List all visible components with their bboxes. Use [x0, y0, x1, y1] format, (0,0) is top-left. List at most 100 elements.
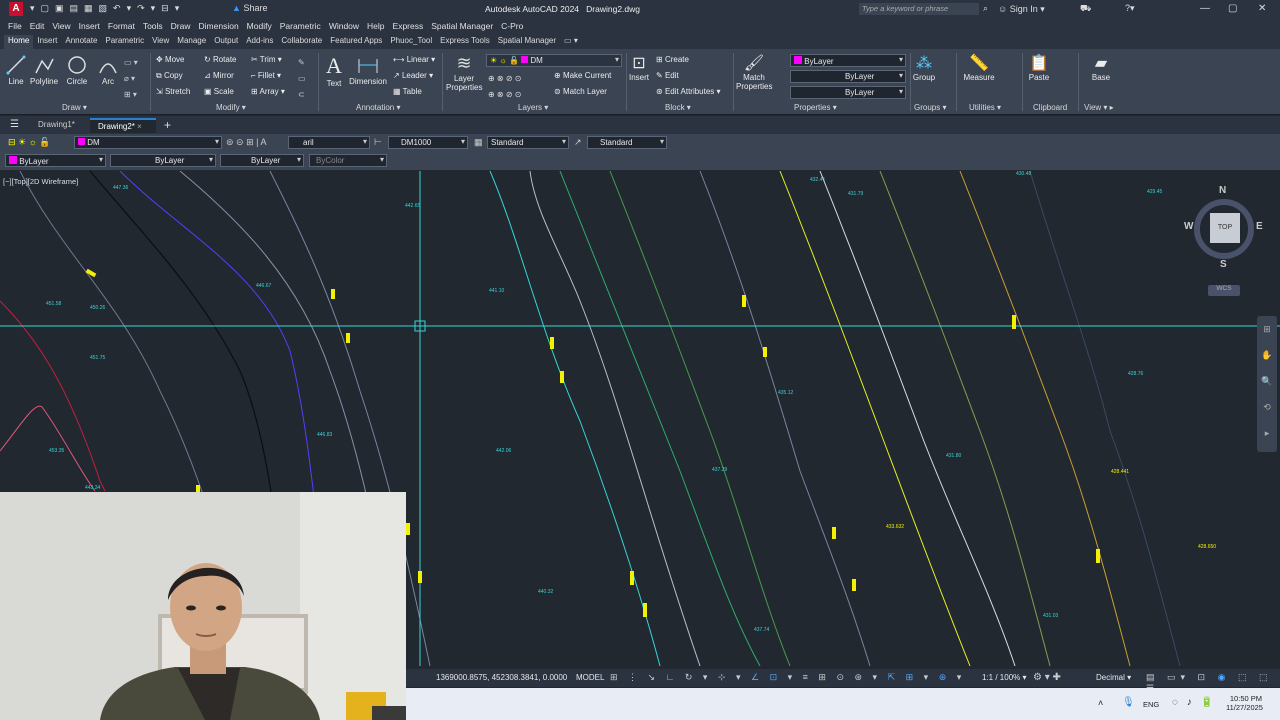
ribbon-tab-manage[interactable]: Manage — [173, 35, 210, 49]
elevation-label[interactable]: 446.83 — [317, 432, 333, 438]
fillet-button[interactable]: ⌐ Fillet ▾ — [251, 71, 281, 80]
elevation-label[interactable]: 428.76 — [1128, 371, 1144, 377]
text-style-combo[interactable]: aril — [288, 136, 370, 149]
elevation-label[interactable]: 451.58 — [46, 301, 62, 307]
elevation-label[interactable]: 429.45 — [1147, 189, 1163, 195]
arc-button[interactable]: Arc — [98, 55, 118, 86]
clock[interactable]: 10:50 PM 11/27/2025 — [1226, 694, 1263, 712]
layer-tool-icons[interactable]: ⊜ ⊝ ⊞ | A — [226, 137, 266, 148]
annotation-panel-title[interactable]: Annotation ▾ — [356, 103, 401, 112]
menu-item-tools[interactable]: Tools — [139, 18, 167, 34]
ribbon-tab-spatial-manager[interactable]: Spatial Manager — [494, 35, 560, 49]
elevation-label[interactable]: 453.35 — [49, 448, 65, 454]
help-icon[interactable]: ?▾ — [1125, 3, 1135, 14]
menu-item-parametric[interactable]: Parametric — [276, 18, 325, 34]
tb-color-combo[interactable]: ByLayer — [5, 154, 106, 167]
linetype-combo[interactable]: ByLayer — [790, 70, 906, 83]
units-button[interactable]: Decimal ▾ — [1096, 673, 1131, 682]
modify-panel-title[interactable]: Modify ▾ — [216, 103, 246, 112]
ribbon-tab-annotate[interactable]: Annotate — [61, 35, 101, 49]
base-button[interactable]: ▰ Base — [1090, 53, 1112, 82]
quick-access-toolbar[interactable]: ▾▢▣▤▦▧↶▾↷▾⊟▾ — [30, 3, 185, 14]
new-tab-icon[interactable]: + — [164, 118, 171, 132]
tb-plotstyle-combo[interactable]: ByColor — [309, 154, 387, 167]
measure-button[interactable]: 📏 Measure — [962, 53, 996, 82]
ribbon-tab-overflow-icon[interactable]: ▭ ▾ — [560, 35, 582, 49]
elevation-label[interactable]: 447.36 — [113, 185, 129, 191]
elevation-label[interactable]: 442.65 — [405, 203, 421, 209]
properties-panel-title[interactable]: Properties ▾ — [794, 103, 837, 112]
viewport-controls-label[interactable]: [−][Top][2D Wireframe] — [3, 177, 78, 186]
hamburger-menu-icon[interactable]: ☰ — [10, 119, 19, 130]
navigation-bar[interactable]: ⊞ ✋ 🔍 ⟲ ▸ — [1257, 316, 1277, 452]
elevation-label[interactable]: 430.48 — [1016, 171, 1032, 177]
dim-style-combo[interactable]: DM1000 — [388, 136, 468, 149]
layer-combo[interactable]: ☀ ☼ 🔓 DM — [486, 54, 622, 67]
stretch-button[interactable]: ⇲ Stretch — [156, 87, 190, 96]
minimize-button[interactable]: — — [1200, 3, 1210, 14]
cart-icon[interactable]: ⛟ — [1080, 3, 1091, 15]
elevation-label[interactable]: 428.441 — [1111, 469, 1129, 475]
match-layer-button[interactable]: ⊜ Match Layer — [554, 87, 607, 96]
menu-item-format[interactable]: Format — [104, 18, 139, 34]
circle-button[interactable]: Circle — [66, 55, 88, 86]
table-style-combo[interactable]: Standard — [487, 136, 569, 149]
lineweight-combo[interactable]: ByLayer — [790, 86, 906, 99]
wcs-menu[interactable]: WCS — [1208, 285, 1240, 296]
elevation-label[interactable]: 442.06 — [496, 448, 512, 454]
ribbon-tab-view[interactable]: View — [148, 35, 173, 49]
ribbon-tab-collaborate[interactable]: Collaborate — [277, 35, 326, 49]
menu-item-insert[interactable]: Insert — [75, 18, 104, 34]
elevation-label[interactable]: 441.10 — [489, 288, 505, 294]
maximize-button[interactable]: ▢ — [1228, 3, 1237, 14]
system-tray-icons[interactable]: ◌ ♪ 🔋 — [1172, 697, 1216, 708]
elevation-label[interactable]: 443.34 — [85, 485, 101, 491]
leader-button[interactable]: ↗ Leader ▾ — [393, 71, 433, 80]
close-button[interactable]: ✕ — [1258, 3, 1266, 14]
trim-button[interactable]: ✂ Trim ▾ — [251, 55, 282, 64]
group-button[interactable]: ⁂ Group — [912, 53, 936, 82]
view-cube-top-face[interactable]: TOP — [1210, 213, 1240, 243]
menu-item-draw[interactable]: Draw — [167, 18, 195, 34]
tb-lineweight-combo[interactable]: ByLayer — [220, 154, 304, 167]
edit-attributes-button[interactable]: ⊛ Edit Attributes ▾ — [656, 87, 721, 96]
doc-tab-drawing1[interactable]: Drawing1* — [30, 118, 88, 133]
layer-toolbar-icons[interactable]: ⊟ ☀ ☼ 🔓 — [8, 137, 51, 148]
ribbon-tab-express-tools[interactable]: Express Tools — [436, 35, 494, 49]
menu-item-express[interactable]: Express — [389, 18, 428, 34]
move-button[interactable]: ✥ Move — [156, 55, 185, 64]
elevation-label[interactable]: 450.26 — [90, 305, 106, 311]
menu-item-modify[interactable]: Modify — [243, 18, 276, 34]
dimension-button[interactable]: Dimension — [349, 55, 387, 86]
copy-button[interactable]: ⧉ Copy — [156, 71, 183, 81]
taskbar-tray-arrow-icon[interactable]: ˄ — [1098, 698, 1103, 708]
coordinates-readout[interactable]: 1369000.8575, 452308.3841, 0.0000 — [436, 673, 567, 682]
menu-item-dimension[interactable]: Dimension — [195, 18, 243, 34]
edit-block-button[interactable]: ✎ Edit — [656, 71, 679, 80]
mleader-style-combo[interactable]: Standard — [587, 136, 667, 149]
ribbon-tab-add-ins[interactable]: Add-ins — [242, 35, 277, 49]
elevation-label[interactable]: 437.29 — [712, 467, 728, 473]
text-button[interactable]: A Text — [324, 53, 344, 88]
mirror-button[interactable]: ⊿ Mirror — [204, 71, 234, 80]
elevation-label[interactable]: 440.32 — [538, 589, 554, 595]
menu-item-window[interactable]: Window — [325, 18, 363, 34]
compass-east[interactable]: E — [1256, 221, 1263, 232]
view-panel-title[interactable]: View ▾ ▸ — [1084, 103, 1114, 112]
linear-button[interactable]: ⟷ Linear ▾ — [393, 55, 435, 64]
paste-button[interactable]: 📋 Paste — [1028, 53, 1050, 82]
elevation-label[interactable]: 433.632 — [886, 524, 904, 530]
elevation-label[interactable]: 435.12 — [778, 390, 794, 396]
close-tab-icon[interactable]: × — [137, 122, 142, 131]
view-cube[interactable]: N S W E TOP — [1184, 185, 1263, 270]
workspace-gear-icon[interactable]: ⚙ ▾ ✚ — [1033, 672, 1061, 683]
line-button[interactable]: Line — [6, 55, 26, 86]
elevation-label[interactable]: 431.03 — [1043, 613, 1059, 619]
elevation-label[interactable]: 432.41 — [810, 177, 826, 183]
annotation-scale[interactable]: 1:1 / 100% ▾ — [982, 673, 1027, 682]
utilities-panel-title[interactable]: Utilities ▾ — [969, 103, 1001, 112]
rotate-button[interactable]: ↻ Rotate — [204, 55, 237, 64]
compass-north[interactable]: N — [1219, 185, 1226, 196]
ribbon-tab-phuoc-tool[interactable]: Phuoc_Tool — [386, 35, 436, 49]
elevation-label[interactable]: 446.67 — [256, 283, 272, 289]
